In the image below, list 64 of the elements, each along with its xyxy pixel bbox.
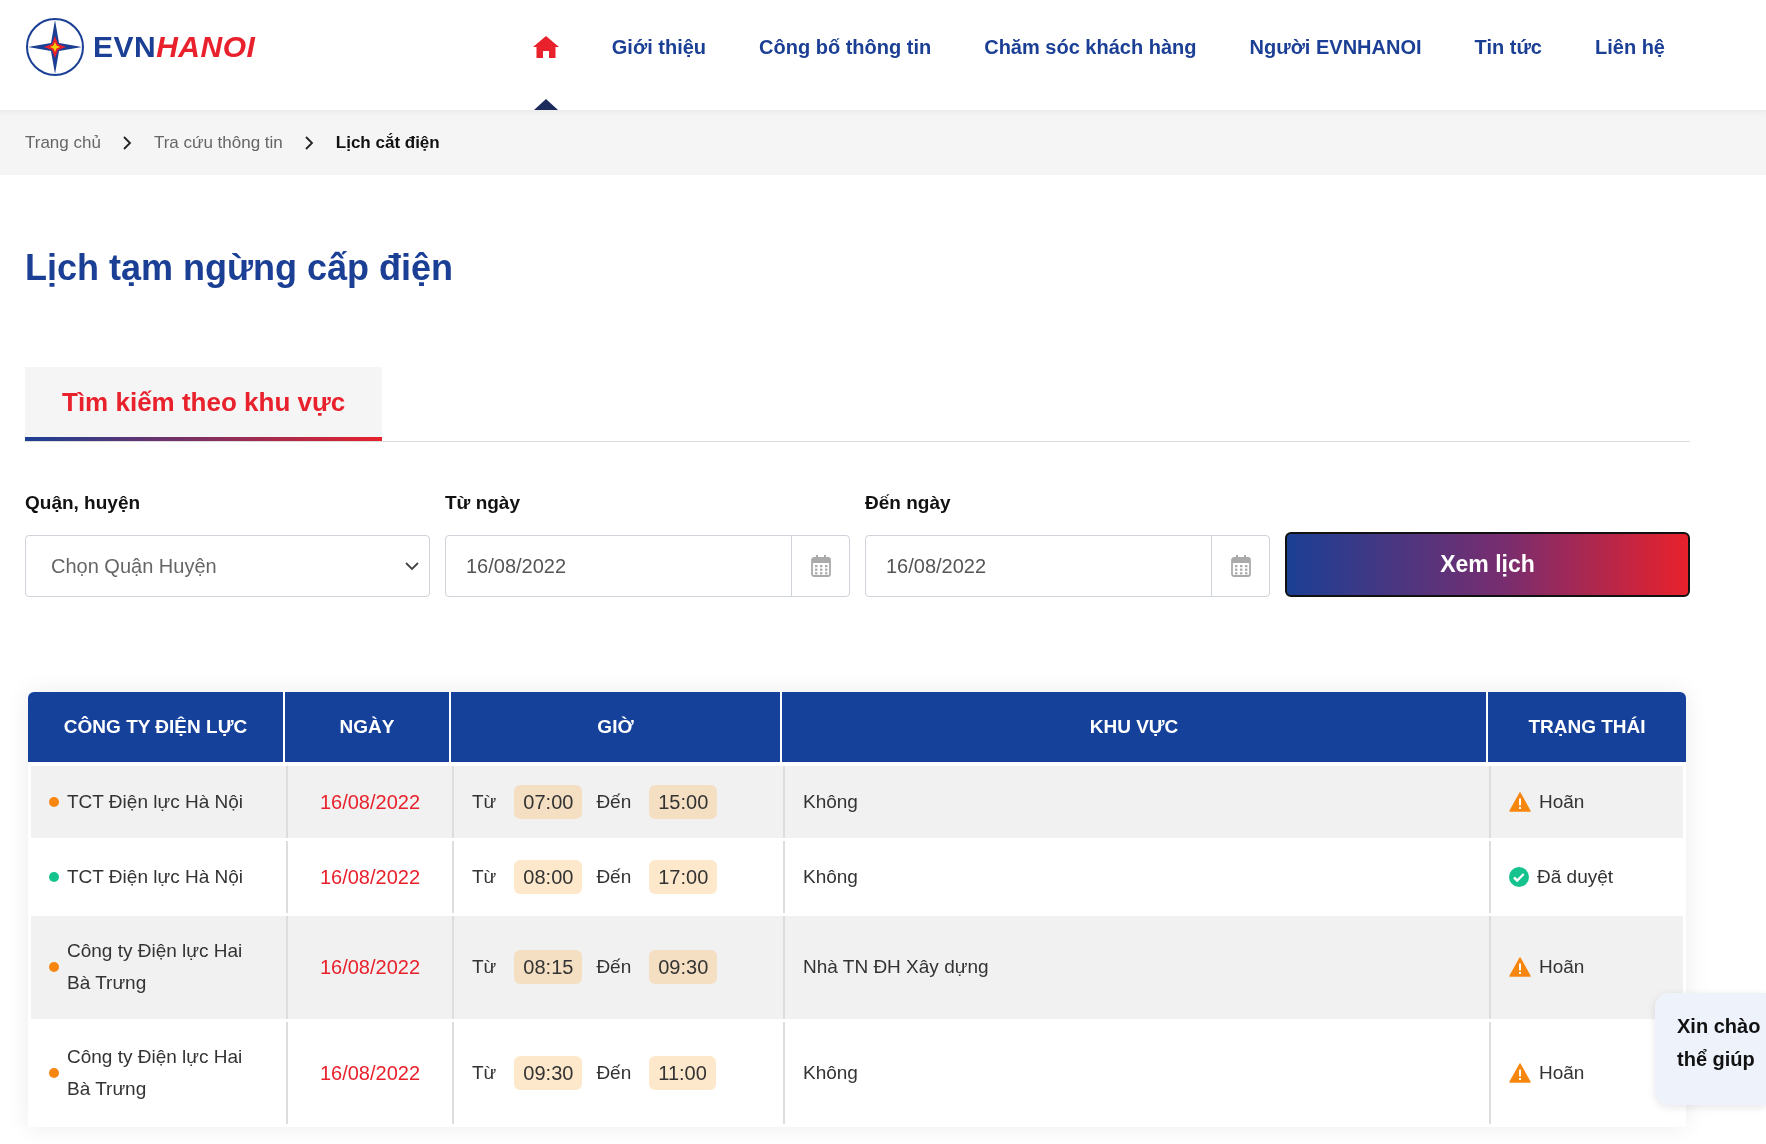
status-text: Đã duyệt bbox=[1537, 864, 1614, 889]
chevron-down-icon bbox=[405, 561, 419, 571]
date-text: 16/08/2022 bbox=[319, 955, 421, 981]
home-icon bbox=[532, 36, 559, 58]
field-label: Đến ngày bbox=[865, 492, 952, 514]
status-text: Hoãn bbox=[1539, 955, 1585, 980]
tab[interactable]: Tìm kiếm theo khu vực bbox=[25, 367, 383, 441]
to-label: Đến bbox=[596, 864, 632, 889]
column-header: CÔNG TY ĐIỆN LỰC bbox=[62, 715, 249, 739]
column-header: NGÀY bbox=[283, 692, 449, 762]
time-tag: 15:00 bbox=[649, 785, 718, 819]
view-schedule-button[interactable]: Xem lịch bbox=[1285, 532, 1690, 597]
date-text: 16/08/2022 bbox=[319, 1060, 421, 1086]
area-text: Không bbox=[803, 864, 858, 889]
area-text: Nhà TN ĐH Xây dựng bbox=[803, 955, 989, 980]
date-field[interactable]: 16/08/2022 bbox=[445, 535, 850, 597]
calendar-icon bbox=[1230, 555, 1251, 577]
time-tag: 09:30 bbox=[514, 1055, 583, 1090]
field-label: Quận, huyện bbox=[25, 492, 142, 514]
time-tag: 09:30 bbox=[649, 950, 718, 985]
breadcrumb-current: Lịch cắt điện bbox=[335, 132, 440, 153]
calendar-icon bbox=[810, 555, 831, 577]
time-tag: 08:00 bbox=[514, 860, 583, 894]
warning-icon bbox=[1509, 1062, 1531, 1083]
column-header: TRẠNG THÁI bbox=[1486, 692, 1686, 762]
check-circle-icon bbox=[1509, 867, 1529, 887]
from-label: Từ bbox=[472, 864, 497, 889]
chevron-right-icon bbox=[304, 135, 314, 150]
area-text: Không bbox=[803, 1060, 858, 1085]
column-header: KHU VỰC bbox=[780, 692, 1486, 762]
from-label: Từ bbox=[472, 789, 497, 814]
company-name: TCT Điện lực Hà Nội bbox=[67, 789, 244, 814]
page-title: Lịch tạm ngừng cấp điện bbox=[25, 247, 455, 289]
date-text: 16/08/2022 bbox=[319, 865, 421, 890]
breadcrumb-link[interactable]: Trang chủ bbox=[25, 132, 101, 153]
logo-star-icon bbox=[25, 17, 85, 77]
to-label: Đến bbox=[596, 1060, 632, 1085]
from-label: Từ bbox=[472, 1060, 497, 1085]
logo-text: EVNHANOI bbox=[93, 30, 256, 64]
date-field[interactable]: 16/08/2022 bbox=[865, 535, 1270, 597]
time-tag: 08:15 bbox=[514, 950, 583, 985]
area-text: Không bbox=[803, 789, 858, 814]
chevron-right-icon bbox=[122, 135, 132, 150]
status-text: Hoãn bbox=[1539, 789, 1585, 814]
from-label: Từ bbox=[472, 955, 497, 980]
status-text: Hoãn bbox=[1539, 1060, 1585, 1085]
warning-icon bbox=[1509, 792, 1531, 812]
to-label: Đến bbox=[596, 955, 632, 980]
field-label: Từ ngày bbox=[445, 492, 521, 514]
chat-text: Xin chào bbox=[1677, 1015, 1762, 1038]
date-text: 16/08/2022 bbox=[319, 790, 421, 815]
company-name: Công ty Điện lực Hai Bà Trưng bbox=[67, 1044, 244, 1101]
column-header: GIỜ bbox=[449, 692, 780, 762]
breadcrumb-link[interactable]: Tra cứu thông tin bbox=[153, 132, 283, 153]
company-name: Công ty Điện lực Hai Bà Trưng bbox=[67, 939, 244, 996]
time-tag: 11:00 bbox=[649, 1055, 716, 1090]
company-name: TCT Điện lực Hà Nội bbox=[67, 864, 244, 889]
chat-bubble[interactable]: Xin chào thể giúp bbox=[1655, 993, 1766, 1105]
time-tag: 07:00 bbox=[514, 785, 583, 819]
warning-icon bbox=[1509, 957, 1531, 978]
to-label: Đến bbox=[596, 789, 632, 814]
time-tag: 17:00 bbox=[649, 860, 718, 894]
district-select[interactable]: Chọn Quận Huyện bbox=[25, 535, 430, 597]
chat-text: thể giúp bbox=[1677, 1048, 1756, 1071]
